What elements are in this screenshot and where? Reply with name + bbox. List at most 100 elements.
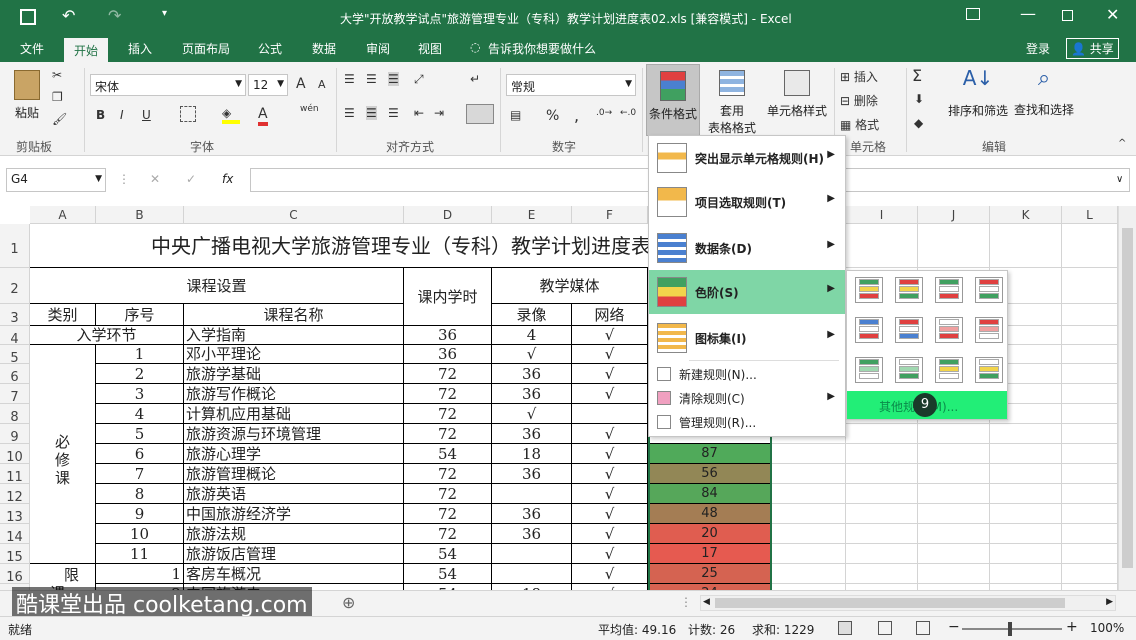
scroll-left-icon[interactable]: ◀ [703,597,710,607]
table-row-name[interactable]: 客房车概况 [184,564,404,584]
grow-font-button[interactable]: A [296,76,306,92]
color-scale-option[interactable] [895,357,923,383]
table-row-name[interactable]: 旅游学基础 [184,364,404,384]
insert-function-button[interactable]: fx [222,172,233,186]
format-painter-icon[interactable]: 🖌 [52,112,67,126]
table-row-video[interactable]: 36 [492,504,572,524]
zoom-out-icon[interactable]: − [948,619,960,635]
grid-cell[interactable] [1062,504,1118,524]
column-header-c[interactable]: C [184,206,404,224]
row-header-5[interactable]: 5 [0,345,30,366]
wrap-text-icon[interactable]: ↵ [470,72,480,86]
table-row-video[interactable]: √ [492,404,572,424]
color-scale-option[interactable] [935,277,963,303]
grid-cell[interactable] [918,564,990,584]
grid-cell[interactable] [990,504,1062,524]
zoom-slider[interactable] [962,622,1062,636]
grid-cell[interactable] [772,544,846,564]
color-scale-option[interactable] [895,277,923,303]
grid-cell[interactable] [846,524,918,544]
indent-icon[interactable]: ⇤ [414,106,424,120]
merge-center-icon[interactable] [466,104,494,124]
hours-header[interactable]: 课内学时 [404,268,492,326]
grid-cell[interactable] [990,424,1062,444]
grid-cell[interactable] [990,464,1062,484]
grid-cell[interactable] [1062,345,1118,364]
add-sheet-icon[interactable]: ⊕ [342,593,355,612]
table-row-no[interactable]: 3 [96,384,184,404]
grid-cell[interactable] [1062,444,1118,464]
fill-color-icon[interactable]: ◈ [222,106,240,124]
tab-formulas[interactable]: 公式 [258,40,282,57]
grid-cell[interactable] [846,504,918,524]
table-row-video[interactable] [492,544,572,564]
copy-icon[interactable]: ❐ [52,90,63,104]
cancel-icon[interactable]: ✕ [150,172,160,186]
zoom-slider-thumb[interactable] [1008,622,1012,636]
format-as-table-button[interactable]: 套用 表格格式 [702,68,762,136]
color-scale-option[interactable] [895,317,923,343]
media-header[interactable]: 教学媒体 [492,268,648,304]
table-row-net[interactable] [572,404,648,424]
table-row-video[interactable]: 36 [492,364,572,384]
grid-cell[interactable] [1062,524,1118,544]
grid-cell[interactable] [918,504,990,524]
tell-me-input[interactable]: 告诉我你想要做什么 [488,40,596,57]
table-row-name[interactable]: 旅游管理概论 [184,464,404,484]
intro-hours-cell[interactable]: 36 [404,326,492,345]
intro-net-cell[interactable]: √ [572,326,648,345]
enter-icon[interactable]: ✓ [186,172,196,186]
share-button[interactable]: 👤 共享 [1066,38,1119,59]
autosum-button[interactable]: Σ [912,66,922,85]
column-header-i[interactable]: I [846,206,918,224]
row-header-10[interactable]: 10 [0,444,30,465]
align-right-icon[interactable]: ☰ [388,106,399,120]
bold-button[interactable]: B [96,108,105,122]
required-category-cell[interactable]: 必修课 [30,345,96,564]
grid-cell[interactable] [1062,464,1118,484]
orientation-icon[interactable]: ⤢ [414,72,424,87]
align-middle-icon[interactable]: ☰ [366,72,377,86]
normal-view-icon[interactable] [838,621,852,635]
find-select-button[interactable]: ⌕ 查找和选择 [1012,66,1076,134]
percent-button[interactable]: % [546,108,559,124]
redo-icon[interactable]: ↷ [108,6,121,25]
page-break-view-icon[interactable] [916,621,930,635]
grid-cell[interactable] [918,524,990,544]
grid-cell[interactable] [1062,268,1118,304]
increase-decimal-icon[interactable]: .0→ [596,108,612,118]
row-header-4[interactable]: 4 [0,326,30,347]
color-scale-option[interactable] [975,317,1003,343]
table-row-net[interactable]: √ [572,384,648,404]
italic-button[interactable]: I [120,108,124,122]
row-header-16[interactable]: 16 [0,564,30,585]
table-row-no[interactable]: 10 [96,524,184,544]
align-top-icon[interactable]: ☰ [344,72,355,86]
course-setup-header[interactable]: 课程设置 [30,268,404,304]
table-row-hours[interactable]: 72 [404,484,492,504]
row-header-13[interactable]: 13 [0,504,30,525]
zoom-level[interactable]: 100% [1090,621,1124,635]
table-row-score[interactable]: 84 [648,484,772,504]
intro-video-cell[interactable]: 4 [492,326,572,345]
grid-cell[interactable] [918,484,990,504]
horizontal-scrollbar[interactable]: ◀ ▶ [700,595,1116,611]
grid-cell[interactable] [918,424,990,444]
font-name-select[interactable]: 宋体 ▼ [90,74,246,96]
video-header[interactable]: 录像 [492,304,572,326]
menu-item-new-rule[interactable]: 新建规则(N)... [649,362,845,386]
row-header-11[interactable]: 11 [0,464,30,485]
table-row-no[interactable]: 1 [96,564,184,584]
border-icon[interactable] [180,106,196,122]
table-row-net[interactable]: √ [572,544,648,564]
grid-cell[interactable] [1062,484,1118,504]
row-header-7[interactable]: 7 [0,384,30,405]
table-row-hours[interactable]: 72 [404,464,492,484]
ribbon-display-icon[interactable] [966,8,980,20]
phonetic-button[interactable]: wén [300,104,319,114]
grid-cell[interactable] [918,224,990,268]
sort-filter-button[interactable]: A↓ 排序和筛选 [946,66,1010,134]
table-row-no[interactable]: 2 [96,364,184,384]
zoom-in-icon[interactable]: + [1066,619,1078,635]
table-row-video[interactable]: 36 [492,524,572,544]
